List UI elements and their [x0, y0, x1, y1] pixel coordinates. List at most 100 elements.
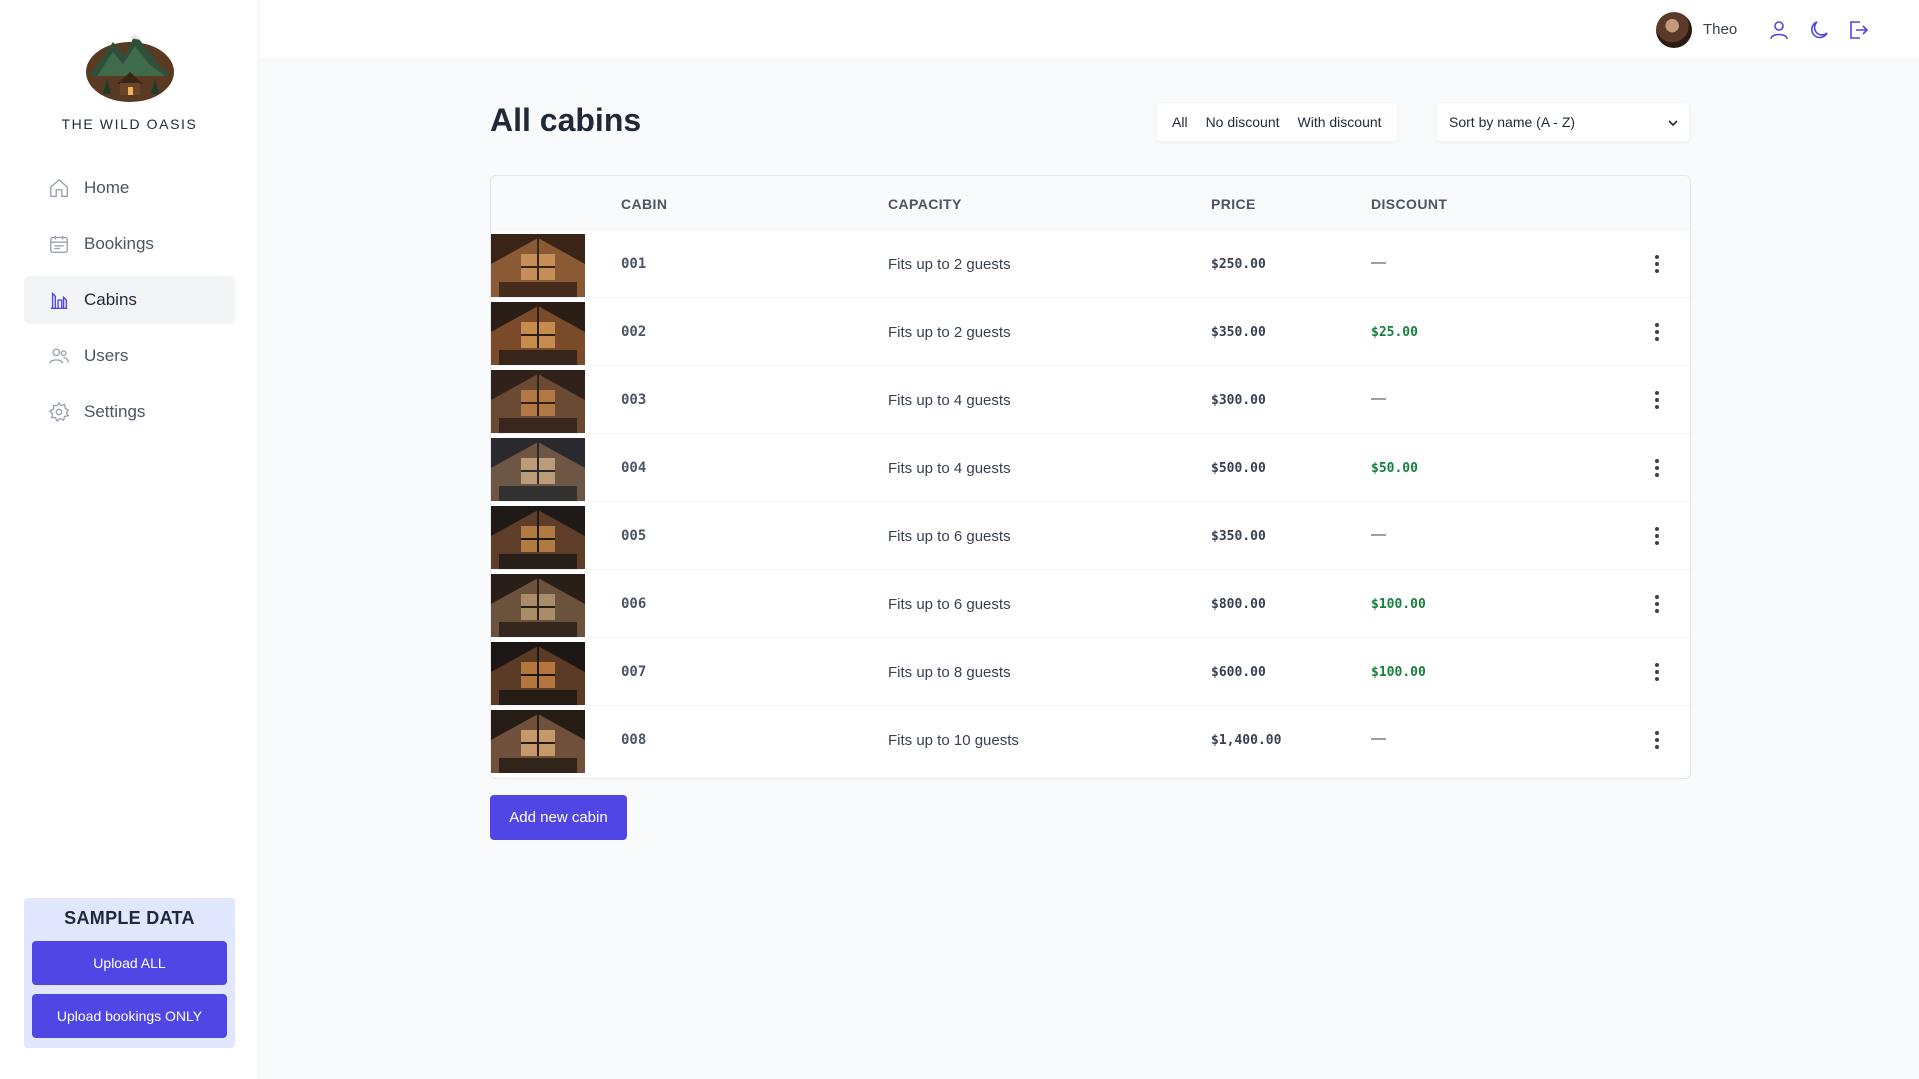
sidebar-item-settings[interactable]: Settings	[24, 388, 235, 436]
logo: THE WILD OASIS	[0, 28, 259, 132]
cabin-discount: $25.00	[1371, 325, 1418, 340]
cabin-price: $350.00	[1211, 529, 1266, 544]
cabin-name: 002	[621, 324, 647, 340]
cabin-price: $250.00	[1211, 257, 1266, 272]
cabin-discount: $100.00	[1371, 597, 1426, 612]
cabin-capacity: Fits up to 6 guests	[888, 596, 1011, 613]
cabin-price: $800.00	[1211, 597, 1266, 612]
sidebar-item-cabins[interactable]: Cabins	[24, 276, 235, 324]
cabin-capacity: Fits up to 2 guests	[888, 324, 1011, 341]
cabins-icon	[50, 291, 68, 309]
logo-text: THE WILD OASIS	[61, 116, 198, 132]
home-icon	[50, 178, 68, 197]
sample-data-panel: SAMPLE DATA Upload ALL Upload bookings O…	[24, 898, 235, 1048]
sidebar-item-label: Home	[84, 178, 130, 197]
cabin-discount: —	[1371, 390, 1386, 407]
column-header-discount: DISCOUNT	[1371, 196, 1448, 212]
filter-with-discount-button[interactable]: With discount	[1289, 108, 1391, 136]
main-nav: Home Bookings Cabins Users Settings	[24, 164, 235, 444]
cabin-price: $1,400.00	[1211, 733, 1282, 748]
more-options-icon[interactable]	[1647, 456, 1667, 480]
sidebar-item-label: Settings	[84, 402, 146, 421]
cabin-price: $500.00	[1211, 461, 1266, 476]
sidebar-item-label: Bookings	[84, 234, 154, 253]
cabin-name: 001	[621, 256, 647, 272]
cabin-discount: $100.00	[1371, 665, 1426, 680]
table-row: 006 Fits up to 6 guests $800.00 $100.00	[491, 570, 1690, 638]
cabin-thumbnail	[491, 438, 585, 501]
gear-icon	[48, 401, 70, 423]
more-options-icon[interactable]	[1647, 252, 1667, 276]
cabin-name: 003	[621, 392, 647, 408]
table-row: 008 Fits up to 10 guests $1,400.00 —	[491, 706, 1690, 774]
filter-no-discount-button[interactable]: No discount	[1197, 108, 1289, 136]
cabin-name: 008	[621, 732, 647, 748]
table-row: 007 Fits up to 8 guests $600.00 $100.00	[491, 638, 1690, 706]
upload-all-button[interactable]: Upload ALL	[32, 941, 227, 985]
more-options-icon[interactable]	[1647, 592, 1667, 616]
more-options-icon[interactable]	[1647, 524, 1667, 548]
cabin-thumbnail	[491, 506, 585, 569]
cabins-table: CABIN CAPACITY PRICE DISCOUNT 001 Fits up…	[490, 175, 1691, 779]
cabin-capacity: Fits up to 8 guests	[888, 664, 1011, 681]
cabin-discount: —	[1371, 730, 1386, 747]
sidebar-item-label: Cabins	[84, 290, 137, 309]
table-row: 005 Fits up to 6 guests $350.00 —	[491, 502, 1690, 570]
cabin-thumbnail	[491, 642, 585, 705]
username: Theo	[1703, 21, 1738, 38]
discount-filter: All No discount With discount	[1156, 102, 1398, 142]
page-title: All cabins	[490, 102, 642, 138]
sidebar-item-label: Users	[84, 346, 129, 365]
sort-selected-value: Sort by name (A - Z)	[1449, 114, 1576, 130]
cabin-capacity: Fits up to 4 guests	[888, 460, 1011, 477]
table-row: 002 Fits up to 2 guests $350.00 $25.00	[491, 298, 1690, 366]
cabin-capacity: Fits up to 4 guests	[888, 392, 1011, 409]
cabin-capacity: Fits up to 2 guests	[888, 256, 1011, 273]
cabin-name: 006	[621, 596, 647, 612]
table-body: 001 Fits up to 2 guests $250.00 — 002 Fits up…	[491, 230, 1690, 774]
cabin-price: $300.00	[1211, 393, 1266, 408]
cabin-name: 007	[621, 664, 647, 680]
cabin-capacity: Fits up to 6 guests	[888, 528, 1011, 545]
cabin-thumbnail	[491, 710, 585, 773]
table-row: 003 Fits up to 4 guests $300.00 —	[491, 366, 1690, 434]
add-cabin-button[interactable]: Add new cabin	[490, 795, 627, 840]
sample-data-title: SAMPLE DATA	[64, 908, 195, 928]
cabin-thumbnail	[491, 234, 585, 297]
top-header: Theo	[260, 0, 1919, 60]
calendar-icon	[50, 235, 68, 253]
cabin-thumbnail	[491, 370, 585, 433]
moon-icon[interactable]	[1807, 18, 1831, 42]
cabin-capacity: Fits up to 10 guests	[888, 732, 1019, 749]
cabin-thumbnail	[491, 574, 585, 637]
avatar	[1656, 12, 1692, 48]
user-icon[interactable]	[1767, 18, 1791, 42]
column-header-price: PRICE	[1211, 196, 1256, 212]
sort-select[interactable]: Sort by name (A - Z)	[1436, 102, 1690, 142]
logo-image	[85, 34, 174, 102]
table-row: 004 Fits up to 4 guests $500.00 $50.00	[491, 434, 1690, 502]
cabin-name: 005	[621, 528, 647, 544]
sidebar: THE WILD OASIS Home Bookings Cabins User…	[0, 0, 259, 1079]
more-options-icon[interactable]	[1647, 388, 1667, 412]
filter-all-button[interactable]: All	[1163, 108, 1197, 136]
more-options-icon[interactable]	[1647, 660, 1667, 684]
cabin-thumbnail	[491, 302, 585, 365]
cabin-price: $600.00	[1211, 665, 1266, 680]
cabin-discount: $50.00	[1371, 461, 1418, 476]
more-options-icon[interactable]	[1647, 320, 1667, 344]
table-header: CABIN CAPACITY PRICE DISCOUNT	[491, 176, 1690, 230]
upload-bookings-button[interactable]: Upload bookings ONLY	[32, 994, 227, 1038]
users-icon	[49, 348, 69, 364]
sidebar-item-users[interactable]: Users	[24, 332, 235, 380]
column-header-cabin: CABIN	[621, 196, 668, 212]
cabin-discount: —	[1371, 254, 1386, 271]
more-options-icon[interactable]	[1647, 728, 1667, 752]
chevron-down-icon	[1668, 120, 1678, 127]
sidebar-item-bookings[interactable]: Bookings	[24, 220, 235, 268]
logout-icon[interactable]	[1846, 18, 1870, 42]
cabin-price: $350.00	[1211, 325, 1266, 340]
sidebar-item-home[interactable]: Home	[24, 164, 235, 212]
column-header-capacity: CAPACITY	[888, 196, 962, 212]
cabin-name: 004	[621, 460, 647, 476]
